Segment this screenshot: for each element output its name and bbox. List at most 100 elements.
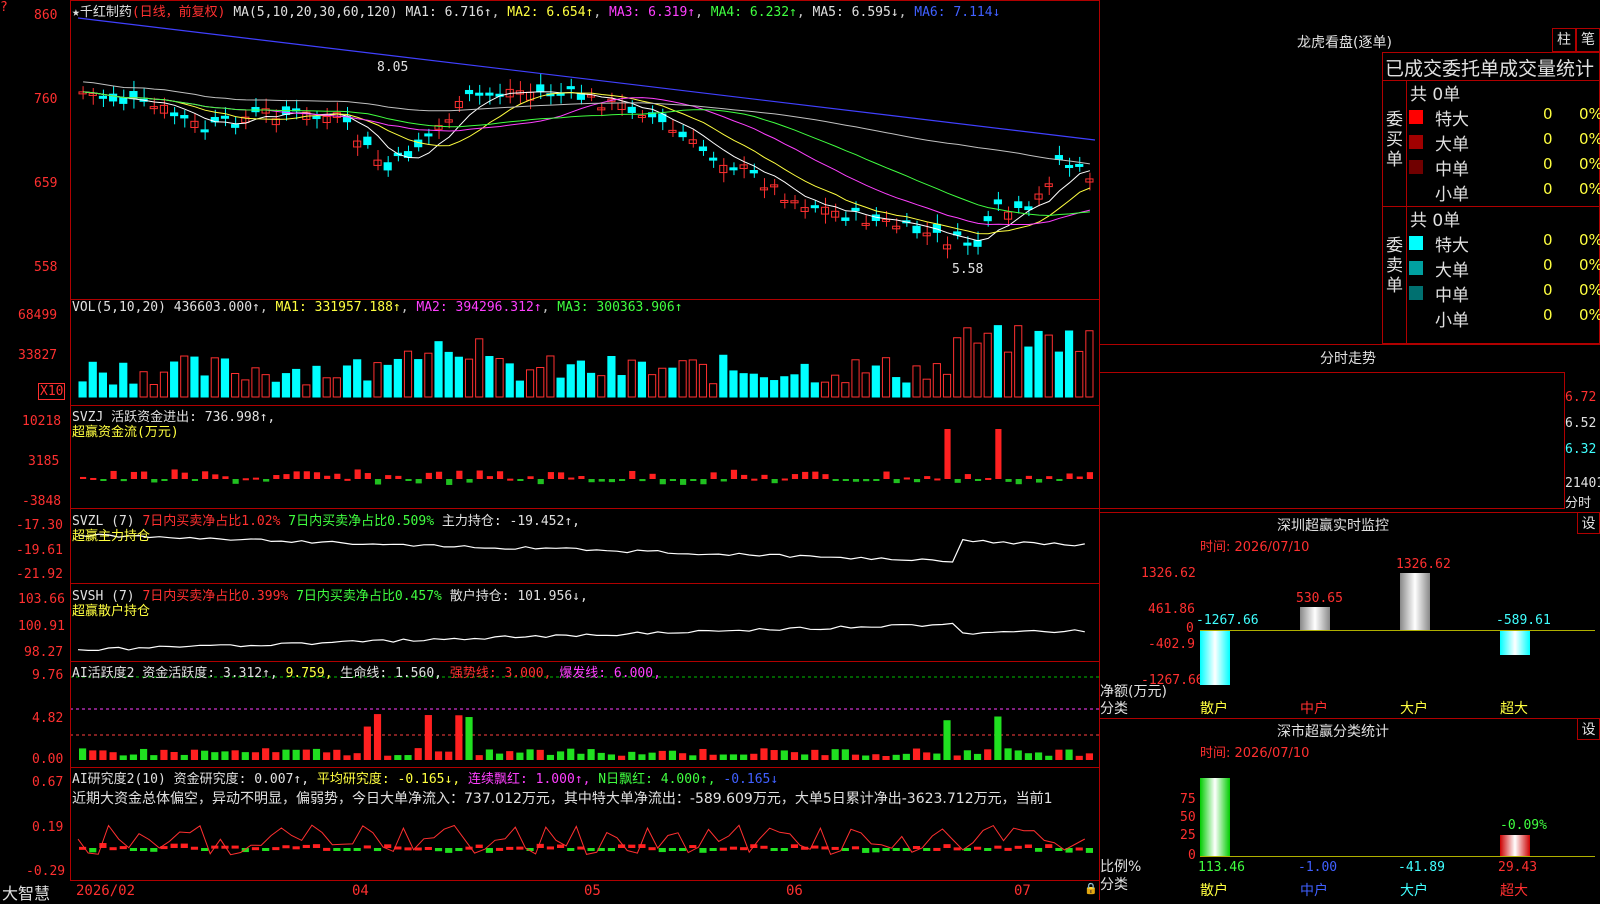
order-type: 小单 xyxy=(1435,185,1469,205)
lhb-title: 龙虎看盘(逐单) xyxy=(1297,35,1392,51)
sell-row-1: 大单 0 0% xyxy=(1407,256,1600,281)
monitor-settings-button[interactable]: 设 xyxy=(1577,512,1600,534)
divider xyxy=(1099,344,1600,345)
monitor-axis-2: 0 xyxy=(1186,621,1194,636)
ma4-value: MA4: 6.232↑ xyxy=(710,5,797,20)
class-category-2: 大户 xyxy=(1400,883,1428,899)
bar-mode-button[interactable]: 柱 xyxy=(1552,28,1576,52)
bar-2[interactable] xyxy=(1400,572,1430,630)
corner-marker[interactable]: ? xyxy=(0,0,8,15)
order-pct: 0% xyxy=(1579,105,1600,123)
vol-axis-2: 33827 xyxy=(18,348,58,363)
classify-title: 深市超赢分类统计 xyxy=(1277,724,1389,740)
order-pct: 0% xyxy=(1579,180,1600,198)
order-pct: 0% xyxy=(1579,130,1600,148)
buy-total: 共 0单 xyxy=(1410,85,1461,105)
class-bar-0[interactable] xyxy=(1200,778,1230,856)
lock-icon[interactable]: 🔒 xyxy=(1084,882,1098,895)
ai1-axis-1: 9.76 xyxy=(32,668,64,683)
class-zero-line xyxy=(1200,856,1595,857)
vol-header: VOL(5,10,20) 436603.000↑, MA1: 331957.18… xyxy=(72,300,683,315)
x-axis-label-0: 2026/02 xyxy=(76,883,136,899)
category-label-1: 中户 xyxy=(1300,701,1328,717)
color-swatch xyxy=(1409,135,1423,149)
color-swatch xyxy=(1409,185,1423,199)
intraday-chart[interactable] xyxy=(1099,372,1565,509)
svsh-axis-1: 103.66 xyxy=(18,592,65,607)
order-count: 0 xyxy=(1543,130,1553,148)
color-swatch xyxy=(1409,286,1423,300)
ai1-axis-2: 4.82 xyxy=(32,711,64,726)
bar-value-1: 530.65 xyxy=(1296,591,1343,607)
order-type: 特大 xyxy=(1435,110,1469,130)
bar-value-2: 1326.62 xyxy=(1396,556,1451,572)
svzl-sub: 超赢主力持仓 xyxy=(72,529,151,544)
ma1-value: MA1: 6.716↑ xyxy=(405,5,492,20)
order-type: 小单 xyxy=(1435,311,1469,331)
sell-row-2: 中单 0 0% xyxy=(1407,281,1600,306)
classify-settings-button[interactable]: 设 xyxy=(1577,718,1600,740)
buy-row-2: 中单 0 0% xyxy=(1407,155,1600,180)
divider xyxy=(1099,512,1600,513)
ma3-value: MA3: 6.319↑ xyxy=(609,5,696,20)
bar-3[interactable] xyxy=(1500,630,1530,656)
x-axis-label-3: 06 xyxy=(786,883,803,899)
monitor-title: 深圳超赢实时监控 xyxy=(1277,518,1389,534)
svzl-axis-2: -19.61 xyxy=(16,543,63,558)
order-count: 0 xyxy=(1543,256,1553,274)
ai-research-comment: 近期大资金总体偏空，异动不明显，偏弱势，今日大单净流入：737.012万元，其中… xyxy=(72,791,1053,807)
buy-row-0: 特大 0 0% xyxy=(1407,105,1600,130)
order-count: 0 xyxy=(1543,306,1553,324)
tick-mode-button[interactable]: 笔 xyxy=(1576,28,1600,52)
classify-axis-0: 75 xyxy=(1180,792,1196,807)
bar-1[interactable] xyxy=(1300,607,1330,630)
main-kline-panel[interactable] xyxy=(70,0,1100,300)
order-count: 0 xyxy=(1543,231,1553,249)
order-pct: 0% xyxy=(1579,231,1600,249)
ma6-value: MA6: 7.114↓ xyxy=(914,5,1001,20)
monitor-axis-1: 461.86 xyxy=(1148,602,1195,617)
period-mode[interactable]: (日线，前复权) xyxy=(132,5,226,20)
svsh-axis-3: 98.27 xyxy=(24,645,64,660)
classify-time: 时间: 2026/07/10 xyxy=(1200,746,1310,761)
sell-row-0: 特大 0 0% xyxy=(1407,231,1600,256)
ai-research-header: AI研究度2(10) 资金研究度: 0.007↑, 平均研究度: -0.165↓… xyxy=(72,772,779,787)
divider xyxy=(1099,718,1600,719)
ma-params: MA(5,10,20,30,60,120) xyxy=(233,5,398,20)
zero-line xyxy=(1200,630,1595,631)
intraday-axis-3: 6.32 xyxy=(1565,442,1597,457)
color-swatch xyxy=(1409,261,1423,275)
order-count: 0 xyxy=(1543,155,1553,173)
class-bar-3[interactable] xyxy=(1500,834,1530,856)
main-axis-860: 860 xyxy=(34,8,58,23)
ma5-value: MA5: 6.595↓ xyxy=(812,5,899,20)
classify-axis-1: 50 xyxy=(1180,810,1196,825)
order-type: 特大 xyxy=(1435,236,1469,256)
stock-name[interactable]: 千红制药 xyxy=(80,5,132,20)
bar-0[interactable] xyxy=(1200,630,1230,685)
classify-cat-label: 分类 xyxy=(1100,877,1128,893)
color-swatch xyxy=(1409,236,1423,250)
volume-panel[interactable] xyxy=(70,299,1100,406)
intraday-axis-2: 6.52 xyxy=(1565,416,1597,431)
bar-value-3: -589.61 xyxy=(1496,613,1551,628)
sell-row-3: 小单 0 0% xyxy=(1407,306,1600,331)
order-stats-tabs[interactable]: 已成交委托单成交量统计 xyxy=(1385,54,1600,81)
high-price-annotation: 8.05 xyxy=(377,60,409,75)
order-pct: 0% xyxy=(1579,256,1600,274)
ma-header: ★千红制药(日线，前复权) MA(5,10,20,30,60,120) MA1:… xyxy=(72,5,1001,20)
bar-value-0: -1267.66 xyxy=(1196,613,1259,628)
order-count: 0 xyxy=(1543,105,1553,123)
svzj-axis-3: -3848 xyxy=(22,494,62,509)
svzj-sub: 超赢资金流(万元) xyxy=(72,425,179,440)
star-icon: ★ xyxy=(72,5,80,20)
ma2-value: MA2: 6.654↑ xyxy=(507,5,594,20)
vol-axis-1: 68499 xyxy=(18,308,58,323)
order-pct: 0% xyxy=(1579,155,1600,173)
ai1-axis-3: 0.00 xyxy=(32,752,64,767)
class-category-3: 超大 xyxy=(1500,883,1528,899)
class-value-0: 113.46 xyxy=(1198,860,1245,875)
sell-label: 委卖单 xyxy=(1386,236,1403,296)
svzl-axis-1: -17.30 xyxy=(16,518,63,533)
class-value-3: 29.43 xyxy=(1498,860,1538,875)
